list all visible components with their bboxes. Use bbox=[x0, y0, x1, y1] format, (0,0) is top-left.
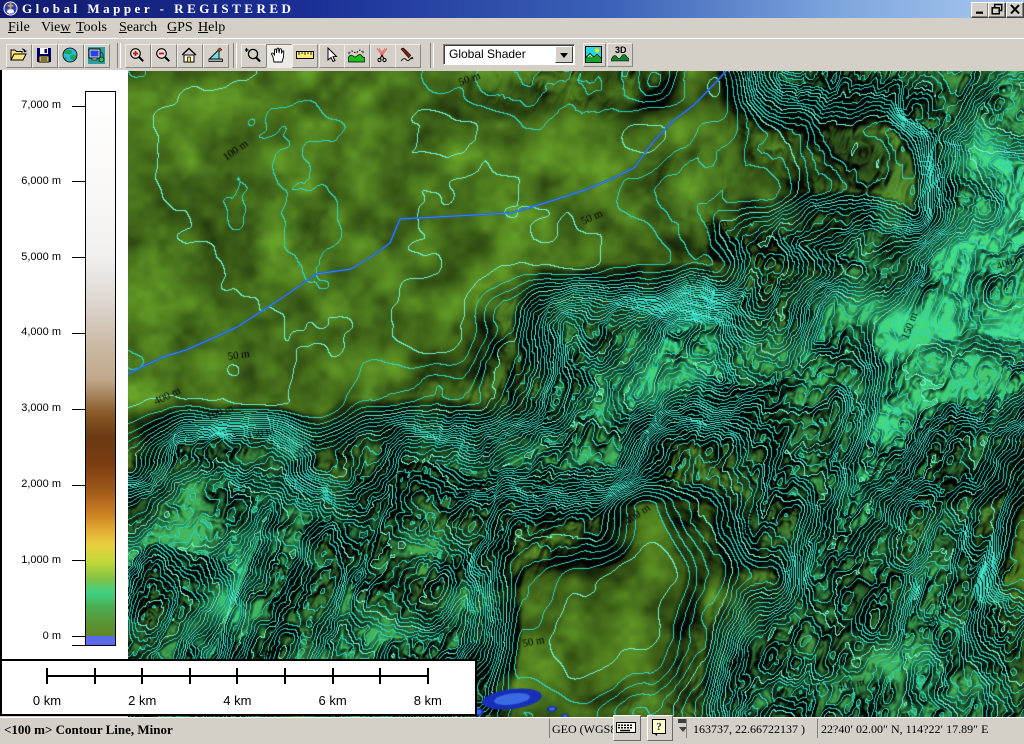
svg-text:3D: 3D bbox=[615, 45, 627, 55]
svg-text:?: ? bbox=[656, 721, 662, 733]
